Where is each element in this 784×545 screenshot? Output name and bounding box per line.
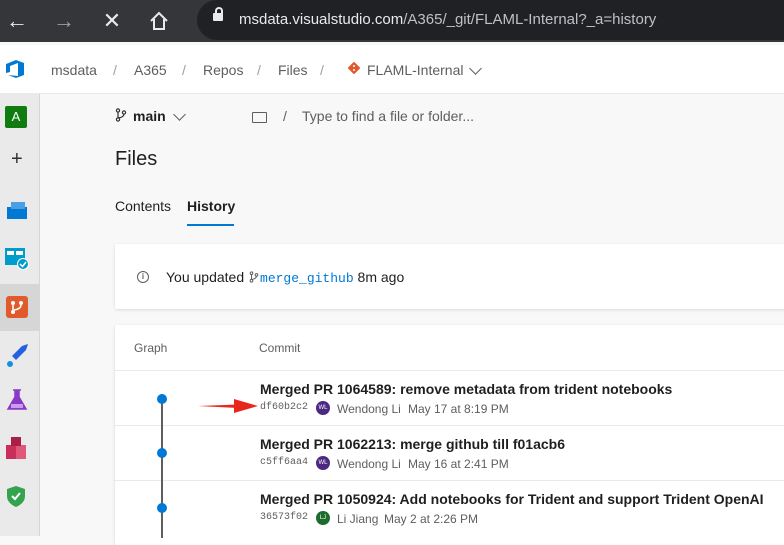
app-header: msdata / A365 / Repos / Files / FLAML-In… [0,45,784,94]
breadcrumb-separator: / [320,62,324,78]
pipelines-icon [7,344,28,367]
forward-arrow-icon[interactable]: → [49,6,79,36]
rail-boards[interactable] [0,237,39,281]
commit-hash[interactable]: 36573f02 [260,512,308,523]
breadcrumb-separator: / [257,62,261,78]
breadcrumb-separator: / [182,62,186,78]
shield-check-icon [7,486,25,507]
commit-graph-node [157,448,167,458]
commit-author: Li Jiang [337,512,379,526]
url-text: msdata.visualstudio.com/A365/_git/FLAML-… [239,11,657,28]
update-notice-text: You updated merge_github 8m ago [166,269,404,286]
column-header-graph: Graph [134,341,168,355]
left-navigation-rail: + [0,94,40,536]
commit-author: Wendong Li [337,457,401,471]
rail-test-plans[interactable] [0,380,39,424]
lock-icon [213,7,223,21]
avatar: WL [316,456,330,470]
stop-loading-icon[interactable]: ✕ [97,6,127,36]
commit-title[interactable]: Merged PR 1050924: Add notebooks for Tri… [260,491,764,507]
rail-artifacts[interactable] [0,428,39,472]
tab-contents[interactable]: Contents [115,198,171,214]
chevron-down-icon[interactable] [469,62,482,75]
row-divider [115,425,784,426]
commit-date: May 17 at 8:19 PM [408,402,509,416]
notice-time: 8m ago [357,269,405,285]
home-icon[interactable] [144,6,174,36]
commit-title[interactable]: Merged PR 1064589: remove metadata from … [260,381,672,397]
rail-add[interactable]: + [0,138,39,182]
back-arrow-icon[interactable]: ← [2,6,32,36]
tab-history[interactable]: History [187,198,235,214]
overview-icon [7,202,27,219]
plus-icon: + [11,148,23,170]
commit-title[interactable]: Merged PR 1062213: merge github till f01… [260,436,565,452]
avatar: LJ [316,511,330,525]
commit-graph-line [161,398,163,538]
breadcrumb-project[interactable]: A365 [134,62,167,78]
branch-chevron-down-icon[interactable] [173,108,186,121]
repos-icon [6,296,28,318]
project-avatar[interactable]: A [5,106,27,128]
file-path-search-input[interactable] [302,106,602,126]
annotation-arrow-icon [198,399,258,413]
commit-date: May 2 at 2:26 PM [384,512,479,526]
branch-picker[interactable]: main [133,108,166,124]
row-divider [115,370,784,371]
active-tab-indicator [187,224,234,226]
breadcrumb-files[interactable]: Files [278,62,308,78]
artifacts-icon [6,437,26,459]
azure-devops-logo-icon[interactable] [6,60,26,78]
info-icon: i [137,271,149,283]
breadcrumb-repos[interactable]: Repos [203,62,243,78]
folder-icon [252,112,267,123]
boards-icon [5,248,29,270]
notice-branch-link[interactable]: merge_github [260,271,354,286]
column-header-commit: Commit [259,341,301,355]
commit-graph-node [157,394,167,404]
breadcrumb-repo[interactable]: FLAML-Internal [367,62,463,78]
breadcrumb-separator: / [113,62,117,78]
commit-hash[interactable]: c5ff6aa4 [260,457,308,468]
address-bar[interactable]: msdata.visualstudio.com/A365/_git/FLAML-… [197,0,784,40]
rail-overview[interactable] [0,188,39,232]
rail-security[interactable] [0,475,39,519]
commit-date: May 16 at 2:41 PM [408,457,509,471]
commit-hash[interactable]: df60b2c2 [260,402,308,413]
page-title: Files [115,148,158,170]
notice-prefix: You updated [166,269,245,285]
rail-repos[interactable] [0,284,39,331]
row-divider [115,480,784,481]
commit-author: Wendong Li [337,402,401,416]
browser-toolbar: ← → ✕ msdata.visualstudio.com/A365/_git/… [0,0,784,42]
test-plans-icon [6,389,28,410]
path-separator: / [283,108,287,124]
rail-pipelines[interactable] [0,332,39,376]
commit-graph-node [157,503,167,513]
avatar: WL [316,401,330,415]
git-repo-icon [348,62,360,74]
branch-icon [115,108,127,122]
breadcrumb-org[interactable]: msdata [51,62,97,78]
branch-icon [249,271,259,283]
